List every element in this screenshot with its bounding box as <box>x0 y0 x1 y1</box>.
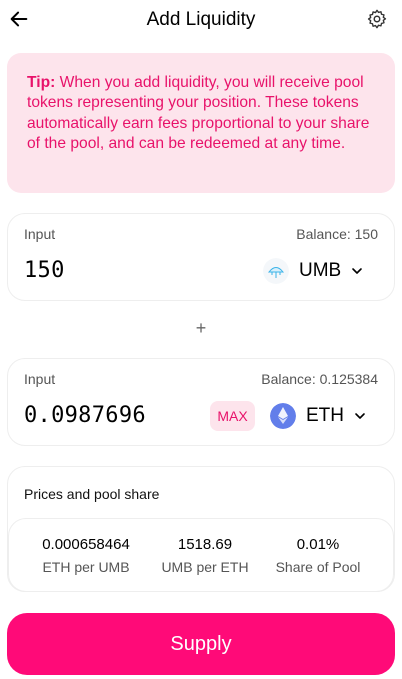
token-input-1: Input Balance: 150 150 UMB <box>7 213 395 301</box>
stat-umb-per-eth: 1518.69 UMB per ETH <box>145 536 265 575</box>
prices-panel: Prices and pool share 0.000658464 ETH pe… <box>7 466 395 592</box>
stat-eth-per-umb: 0.000658464 ETH per UMB <box>26 536 146 575</box>
tip-text: When you add liquidity, you will receive… <box>27 74 370 152</box>
amount-input-1[interactable]: 150 <box>24 258 204 283</box>
eth-token-icon <box>270 403 296 429</box>
input-label: Input <box>24 371 56 387</box>
balance-label: Balance: 0.125384 <box>261 371 378 387</box>
stat-value: 0.000658464 <box>42 536 130 553</box>
stat-label: UMB per ETH <box>161 559 249 575</box>
token-name: ETH <box>306 405 344 426</box>
chevron-down-icon <box>355 413 365 419</box>
max-button[interactable]: MAX <box>210 401 255 431</box>
tip-label: Tip: <box>27 74 56 91</box>
supply-button[interactable]: Supply <box>7 613 395 675</box>
plus-separator: + <box>195 318 207 338</box>
token-name: UMB <box>299 260 342 281</box>
balance-label: Balance: 150 <box>296 226 378 242</box>
token-selector-eth[interactable]: ETH <box>270 403 366 429</box>
input-label: Input <box>24 226 56 242</box>
prices-title: Prices and pool share <box>24 486 160 502</box>
token-input-2: Input Balance: 0.125384 0.0987696 MAX ET… <box>7 358 395 446</box>
header: Add Liquidity <box>0 0 402 40</box>
amount-input-2[interactable]: 0.0987696 <box>24 403 204 428</box>
umb-token-icon <box>263 258 289 284</box>
stat-share-of-pool: 0.01% Share of Pool <box>258 536 378 575</box>
prices-stats: 0.000658464 ETH per UMB 1518.69 UMB per … <box>8 518 394 592</box>
gear-icon[interactable] <box>366 8 388 30</box>
stat-label: Share of Pool <box>275 559 361 575</box>
token-selector-umb[interactable]: UMB <box>263 258 363 284</box>
stat-label: ETH per UMB <box>42 559 130 575</box>
stat-value: 0.01% <box>296 536 340 553</box>
page-title: Add Liquidity <box>146 9 256 30</box>
chevron-down-icon <box>352 268 363 274</box>
tip-box: Tip: When you add liquidity, you will re… <box>7 53 395 193</box>
stat-value: 1518.69 <box>177 536 233 553</box>
